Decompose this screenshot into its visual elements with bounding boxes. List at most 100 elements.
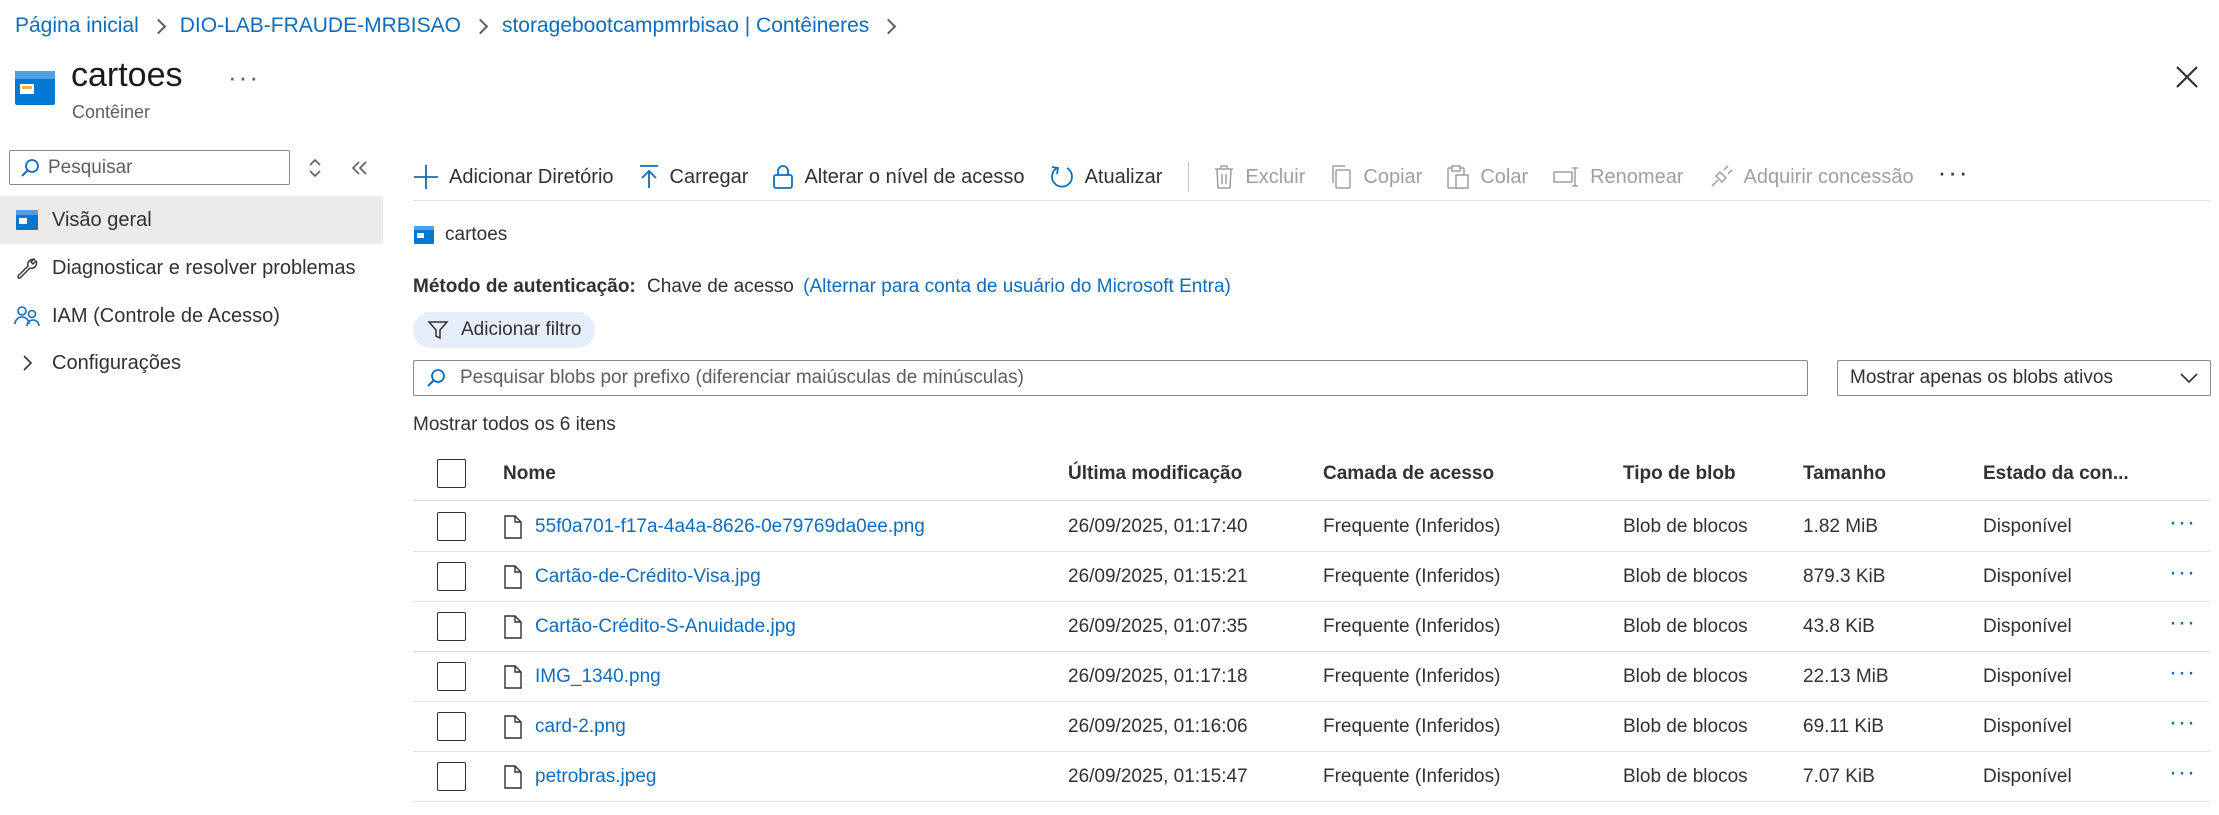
- refresh-button[interactable]: Atualizar: [1049, 164, 1163, 190]
- sort-updown-icon[interactable]: [304, 155, 326, 181]
- cell-modified: 26/09/2025, 01:16:06: [1068, 715, 1248, 737]
- trash-icon: [1215, 165, 1234, 189]
- blob-filter-value: Mostrar apenas os blobs ativos: [1850, 367, 2113, 388]
- cell-state: Disponível: [1983, 515, 2072, 537]
- change-access-level-button[interactable]: Alterar o nível de acesso: [772, 164, 1025, 190]
- search-icon: [21, 158, 39, 177]
- sidebar-search-input[interactable]: [48, 156, 278, 179]
- column-header-size[interactable]: Tamanho: [1803, 447, 1886, 500]
- cell-size: 43.8 KiB: [1803, 615, 1875, 637]
- auth-method-value: Chave de acesso: [647, 276, 794, 297]
- close-icon[interactable]: [2174, 64, 2200, 90]
- blob-search-input[interactable]: [460, 367, 1780, 389]
- search-icon: [427, 369, 445, 387]
- refresh-label: Atualizar: [1084, 165, 1163, 188]
- add-directory-button[interactable]: Adicionar Diretório: [413, 164, 614, 190]
- cell-modified: 26/09/2025, 01:15:47: [1068, 765, 1248, 787]
- row-more-button[interactable]: ···: [2169, 659, 2196, 687]
- select-all-checkbox[interactable]: [437, 459, 466, 488]
- table-header: Nome Última modificação Camada de acesso…: [413, 447, 2210, 501]
- paste-icon: [1447, 165, 1470, 189]
- toolbar-more-button[interactable]: ···: [1938, 157, 1970, 188]
- sidebar-item-label: Diagnosticar e resolver problemas: [52, 256, 356, 279]
- row-more-button[interactable]: ···: [2169, 509, 2196, 537]
- table-row: 55f0a701-f17a-4a4a-8626-0e79769da0ee.png…: [413, 502, 2210, 552]
- row-checkbox[interactable]: [437, 662, 466, 691]
- breadcrumb: Página inicial DIO-LAB-FRAUDE-MRBISAO st…: [15, 14, 910, 38]
- cell-state: Disponível: [1983, 665, 2072, 687]
- column-header-state[interactable]: Estado da con...: [1983, 447, 2129, 500]
- switch-auth-link[interactable]: (Alternar para conta de usuário do Micro…: [803, 276, 1231, 297]
- header-more-button[interactable]: ···: [228, 62, 260, 93]
- table-row: IMG_1340.png 26/09/2025, 01:17:18 Freque…: [413, 652, 2210, 702]
- blob-name-link[interactable]: 55f0a701-f17a-4a4a-8626-0e79769da0ee.png: [535, 516, 925, 538]
- people-icon: [14, 303, 40, 329]
- cell-size: 1.82 MiB: [1803, 515, 1878, 537]
- add-directory-label: Adicionar Diretório: [449, 165, 614, 188]
- column-header-modified[interactable]: Última modificação: [1068, 447, 1242, 500]
- breadcrumb-home[interactable]: Página inicial: [15, 14, 139, 38]
- blob-name-link[interactable]: card-2.png: [535, 716, 626, 738]
- breadcrumb-chevron-icon: [881, 18, 897, 34]
- cell-state: Disponível: [1983, 715, 2072, 737]
- column-header-name[interactable]: Nome: [503, 447, 556, 500]
- blob-name-link[interactable]: Cartão-Crédito-S-Anuidade.jpg: [535, 616, 796, 638]
- acquire-lease-label: Adquirir concessão: [1743, 165, 1914, 188]
- sidebar-item-settings[interactable]: Configurações: [0, 339, 383, 387]
- sidebar-item-iam[interactable]: IAM (Controle de Acesso): [0, 292, 383, 340]
- delete-button[interactable]: Excluir: [1213, 164, 1305, 190]
- row-checkbox[interactable]: [437, 612, 466, 641]
- copy-label: Copiar: [1363, 165, 1423, 188]
- row-checkbox[interactable]: [437, 512, 466, 541]
- paste-button[interactable]: Colar: [1446, 164, 1528, 190]
- change-access-label: Alterar o nível de acesso: [804, 165, 1025, 188]
- cell-blob-type: Blob de blocos: [1623, 665, 1748, 687]
- blob-name-link[interactable]: IMG_1340.png: [535, 666, 661, 688]
- sidebar-item-diagnose[interactable]: Diagnosticar e resolver problemas: [0, 244, 383, 292]
- rename-label: Renomear: [1590, 165, 1684, 188]
- rename-button[interactable]: Renomear: [1552, 164, 1684, 190]
- breadcrumb-resource-group[interactable]: DIO-LAB-FRAUDE-MRBISAO: [180, 14, 461, 38]
- sidebar-item-label: Configurações: [52, 351, 181, 374]
- file-icon: [504, 764, 522, 789]
- cell-size: 69.11 KiB: [1803, 715, 1884, 737]
- sidebar-item-overview[interactable]: Visão geral: [0, 196, 383, 244]
- cell-blob-type: Blob de blocos: [1623, 565, 1748, 587]
- breadcrumb-storage-account[interactable]: storagebootcampmrbisao | Contêineres: [502, 14, 869, 38]
- breadcrumb-chevron-icon: [472, 18, 489, 34]
- plus-icon: [414, 165, 438, 189]
- column-header-tier[interactable]: Camada de acesso: [1323, 447, 1494, 500]
- chevron-down-icon: [2180, 373, 2198, 384]
- cell-state: Disponível: [1983, 765, 2072, 787]
- column-header-blob-type[interactable]: Tipo de blob: [1623, 447, 1736, 500]
- blob-name-link[interactable]: petrobras.jpeg: [535, 766, 656, 788]
- row-checkbox[interactable]: [437, 712, 466, 741]
- upload-button[interactable]: Carregar: [638, 164, 749, 190]
- add-filter-button[interactable]: Adicionar filtro: [413, 312, 596, 348]
- blob-name-link[interactable]: Cartão-de-Crédito-Visa.jpg: [535, 566, 761, 588]
- acquire-lease-button[interactable]: Adquirir concessão: [1708, 164, 1914, 190]
- refresh-icon: [1050, 166, 1073, 188]
- row-checkbox[interactable]: [437, 562, 466, 591]
- lease-icon: [1710, 165, 1733, 187]
- delete-label: Excluir: [1245, 165, 1306, 188]
- row-more-button[interactable]: ···: [2169, 759, 2196, 787]
- cell-modified: 26/09/2025, 01:15:21: [1068, 565, 1248, 587]
- copy-button[interactable]: Copiar: [1329, 164, 1422, 190]
- cell-tier: Frequente (Inferidos): [1323, 665, 1501, 687]
- item-count: Mostrar todos os 6 itens: [413, 414, 616, 435]
- row-more-button[interactable]: ···: [2169, 609, 2196, 637]
- upload-label: Carregar: [669, 165, 749, 188]
- table-row: Cartão-de-Crédito-Visa.jpg 26/09/2025, 0…: [413, 552, 2210, 602]
- cell-blob-type: Blob de blocos: [1623, 615, 1748, 637]
- sidebar-item-label: IAM (Controle de Acesso): [52, 304, 280, 327]
- row-more-button[interactable]: ···: [2169, 709, 2196, 737]
- row-checkbox[interactable]: [437, 762, 466, 791]
- blob-search: [413, 360, 1808, 396]
- blob-filter-dropdown[interactable]: Mostrar apenas os blobs ativos: [1837, 360, 2211, 396]
- row-more-button[interactable]: ···: [2169, 559, 2196, 587]
- lock-icon: [773, 165, 794, 189]
- cell-state: Disponível: [1983, 615, 2072, 637]
- breadcrumb-chevron-icon: [150, 18, 167, 34]
- collapse-sidebar-icon[interactable]: [348, 155, 370, 181]
